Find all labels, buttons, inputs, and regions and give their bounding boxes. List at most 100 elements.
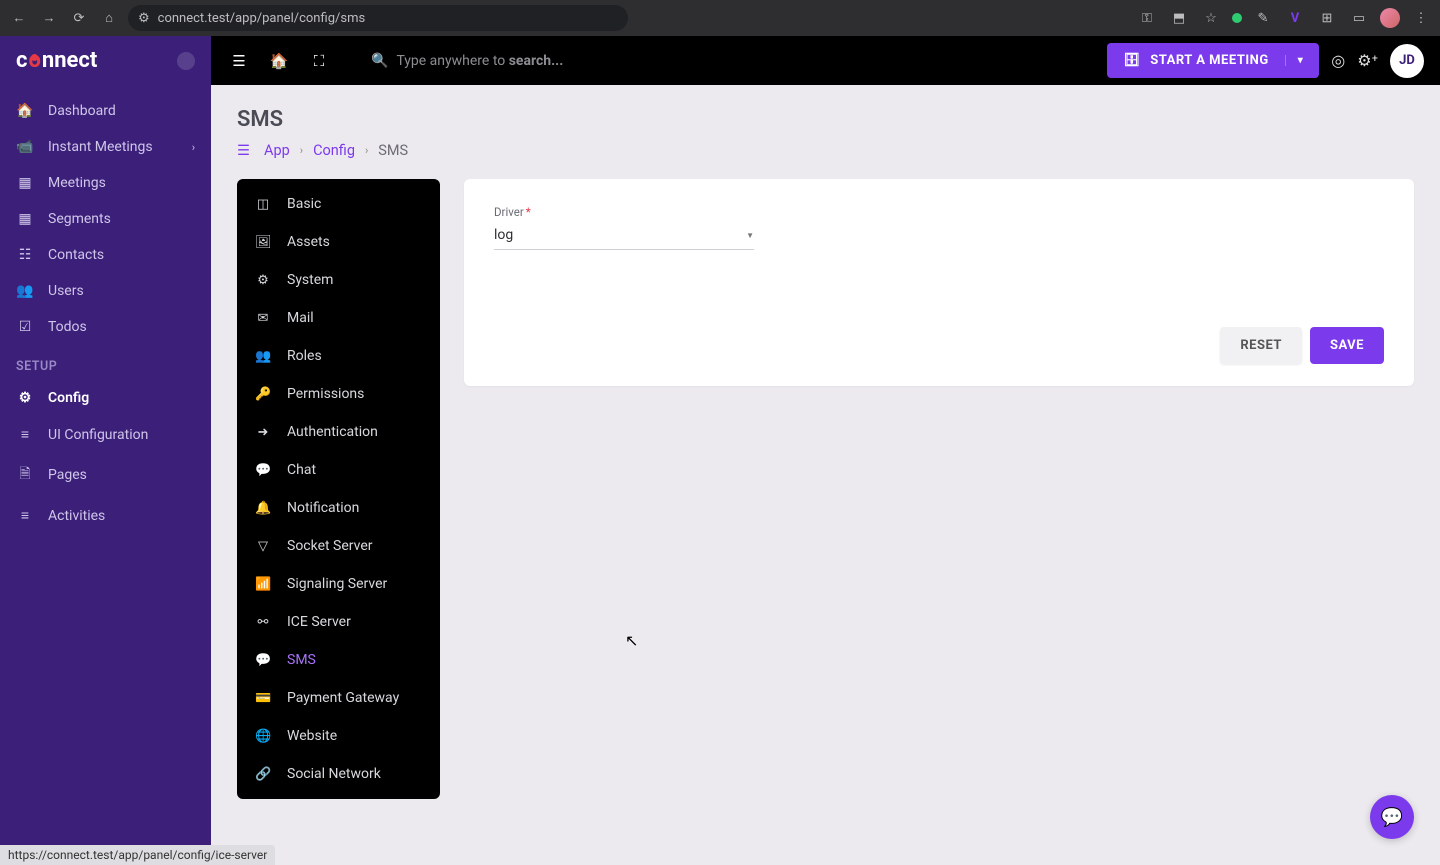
chat-fab[interactable]: 💬 (1370, 795, 1414, 839)
config-tab-assets[interactable]: 🖼Assets (237, 223, 440, 261)
mail-icon: ✉ (255, 311, 271, 326)
config-tab-label: Assets (287, 234, 330, 250)
sidebar-item-segments[interactable]: ▦ Segments (0, 201, 211, 237)
home-icon[interactable]: 🏠 (267, 49, 291, 73)
global-search[interactable]: 🔍 Type anywhere to search... (371, 53, 711, 69)
driver-label: Driver* (494, 205, 754, 219)
home-icon: 🏠 (16, 103, 34, 119)
reload-icon[interactable]: ⟳ (68, 7, 90, 29)
config-tab-label: Permissions (287, 386, 364, 402)
target-icon[interactable]: ◎ (1331, 51, 1345, 70)
brand-logo[interactable]: connect (16, 48, 97, 73)
config-tab-label: System (287, 272, 333, 288)
config-tab-basic[interactable]: ◫ Basic (237, 185, 440, 223)
briefcase-icon: 🗄 (1123, 53, 1140, 68)
fullscreen-icon[interactable]: ⛶ (307, 49, 331, 73)
forward-icon[interactable]: → (38, 7, 60, 29)
key-icon: 🔑 (255, 387, 271, 402)
config-tab-label: Basic (287, 196, 321, 212)
config-tab-roles[interactable]: 👥Roles (237, 337, 440, 375)
breadcrumb-config[interactable]: Config (313, 142, 355, 159)
config-tab-socket-server[interactable]: ▽Socket Server (237, 527, 440, 565)
chevron-right-icon: › (365, 144, 368, 157)
sidebar-item-contacts[interactable]: ☷ Contacts (0, 237, 211, 273)
sidebar-item-todos[interactable]: ☑ Todos (0, 309, 211, 345)
driver-select[interactable]: log ▼ (494, 223, 754, 250)
star-icon[interactable]: ☆ (1200, 7, 1222, 29)
config-tab-label: Notification (287, 500, 359, 516)
config-tab-label: Roles (287, 348, 322, 364)
content-area: SMS ☰ App › Config › SMS ◫Basic 🖼Assets … (211, 85, 1440, 865)
login-icon: ➜ (255, 425, 271, 440)
key-icon[interactable]: ⚿ (1136, 7, 1158, 29)
url-bar[interactable]: ⚙ connect.test/app/panel/config/sms (128, 5, 628, 31)
user-avatar[interactable]: JD (1390, 44, 1424, 78)
menu-icon[interactable]: ☰ (237, 142, 250, 159)
driver-field: Driver* log ▼ (494, 205, 754, 250)
sidebar-section-setup: SETUP (0, 345, 211, 380)
chevron-down-icon[interactable]: ▾ (1285, 55, 1304, 66)
config-tab-mail[interactable]: ✉ Mail (237, 299, 440, 337)
sidebar-item-meetings[interactable]: ▦ Meetings (0, 165, 211, 201)
install-icon[interactable]: ⬒ (1168, 7, 1190, 29)
page-icon: 🗎 (16, 463, 34, 487)
config-tab-chat[interactable]: 💬Chat (237, 451, 440, 489)
search-placeholder: Type anywhere to search... (396, 53, 563, 69)
ext-dot-icon[interactable] (1232, 13, 1242, 23)
button-label: START A MEETING (1150, 53, 1269, 68)
contacts-icon: ☷ (16, 247, 34, 263)
config-tab-label: Chat (287, 462, 316, 478)
config-tab-sms[interactable]: 💬SMS (237, 641, 440, 679)
config-tab-permissions[interactable]: 🔑 Permissions (237, 375, 440, 413)
calendar-icon: ▦ (16, 175, 34, 191)
chevron-right-icon: › (300, 144, 303, 157)
sidebar-item-dashboard[interactable]: 🏠 Dashboard (0, 93, 211, 129)
breadcrumb-app[interactable]: App (264, 142, 290, 159)
config-tab-notification[interactable]: 🔔Notification (237, 489, 440, 527)
menu-icon[interactable]: ☰ (227, 49, 251, 73)
config-tab-signaling-server[interactable]: 📶Signaling Server (237, 565, 440, 603)
main-pane: ☰ 🏠 ⛶ 🔍 Type anywhere to search... 🗄 STA… (211, 36, 1440, 865)
sliders-icon: ≡ (16, 426, 34, 443)
reset-button[interactable]: RESET (1220, 327, 1302, 364)
sms-icon: 💬 (255, 653, 271, 668)
chevron-down-icon: ▼ (746, 231, 754, 240)
brand-row: connect (0, 36, 211, 85)
config-tab-website[interactable]: 🌐Website (237, 717, 440, 755)
config-tab-payment-gateway[interactable]: 💳Payment Gateway (237, 679, 440, 717)
config-tab-system[interactable]: ⚙ System (237, 261, 440, 299)
video-icon: 📹 (16, 139, 34, 155)
panel-icon[interactable]: ▭ (1348, 7, 1370, 29)
sidebar-item-instant-meetings[interactable]: 📹 Instant Meetings › (0, 129, 211, 165)
sidebar-item-pages[interactable]: 🗎 Pages (0, 453, 211, 497)
config-tab-social-network[interactable]: 🔗Social Network (237, 755, 440, 793)
home-icon[interactable]: ⌂ (98, 7, 120, 29)
collapse-sidebar-icon[interactable] (177, 52, 195, 70)
start-meeting-button[interactable]: 🗄 START A MEETING ▾ (1107, 43, 1319, 78)
sidebar-item-ui-configuration[interactable]: ≡ UI Configuration (0, 416, 211, 453)
config-tab-authentication[interactable]: ➜Authentication (237, 413, 440, 451)
kebab-icon[interactable]: ⋮ (1410, 7, 1432, 29)
sidebar-item-label: Instant Meetings (48, 139, 153, 155)
vue-devtools-icon[interactable]: V (1284, 7, 1306, 29)
sidebar-item-activities[interactable]: ≡ Activities (0, 497, 211, 534)
sliders-icon: ⚙ (255, 273, 271, 288)
config-tab-label: ICE Server (287, 614, 351, 630)
window-icon: ◫ (255, 197, 271, 212)
sidebar-item-users[interactable]: 👥 Users (0, 273, 211, 309)
config-tab-label: Payment Gateway (287, 690, 399, 706)
puzzle-icon[interactable]: ⊞ (1316, 7, 1338, 29)
sidebar-item-config[interactable]: ⚙ Config (0, 380, 211, 416)
config-tab-label: Mail (287, 310, 314, 326)
back-icon[interactable]: ← (8, 7, 30, 29)
sidebar-item-label: Meetings (48, 175, 106, 191)
save-button[interactable]: SAVE (1310, 327, 1384, 364)
pen-icon[interactable]: ✎ (1252, 7, 1274, 29)
chat-icon: 💬 (1381, 807, 1403, 828)
config-tab-ice-server[interactable]: ⚯ICE Server (237, 603, 440, 641)
gears-icon[interactable]: ⚙⁺ (1357, 51, 1378, 70)
site-info-icon[interactable]: ⚙ (138, 11, 150, 26)
todo-icon: ☑ (16, 319, 34, 335)
breadcrumb: ☰ App › Config › SMS (237, 142, 1414, 159)
profile-avatar-icon[interactable] (1380, 8, 1400, 28)
